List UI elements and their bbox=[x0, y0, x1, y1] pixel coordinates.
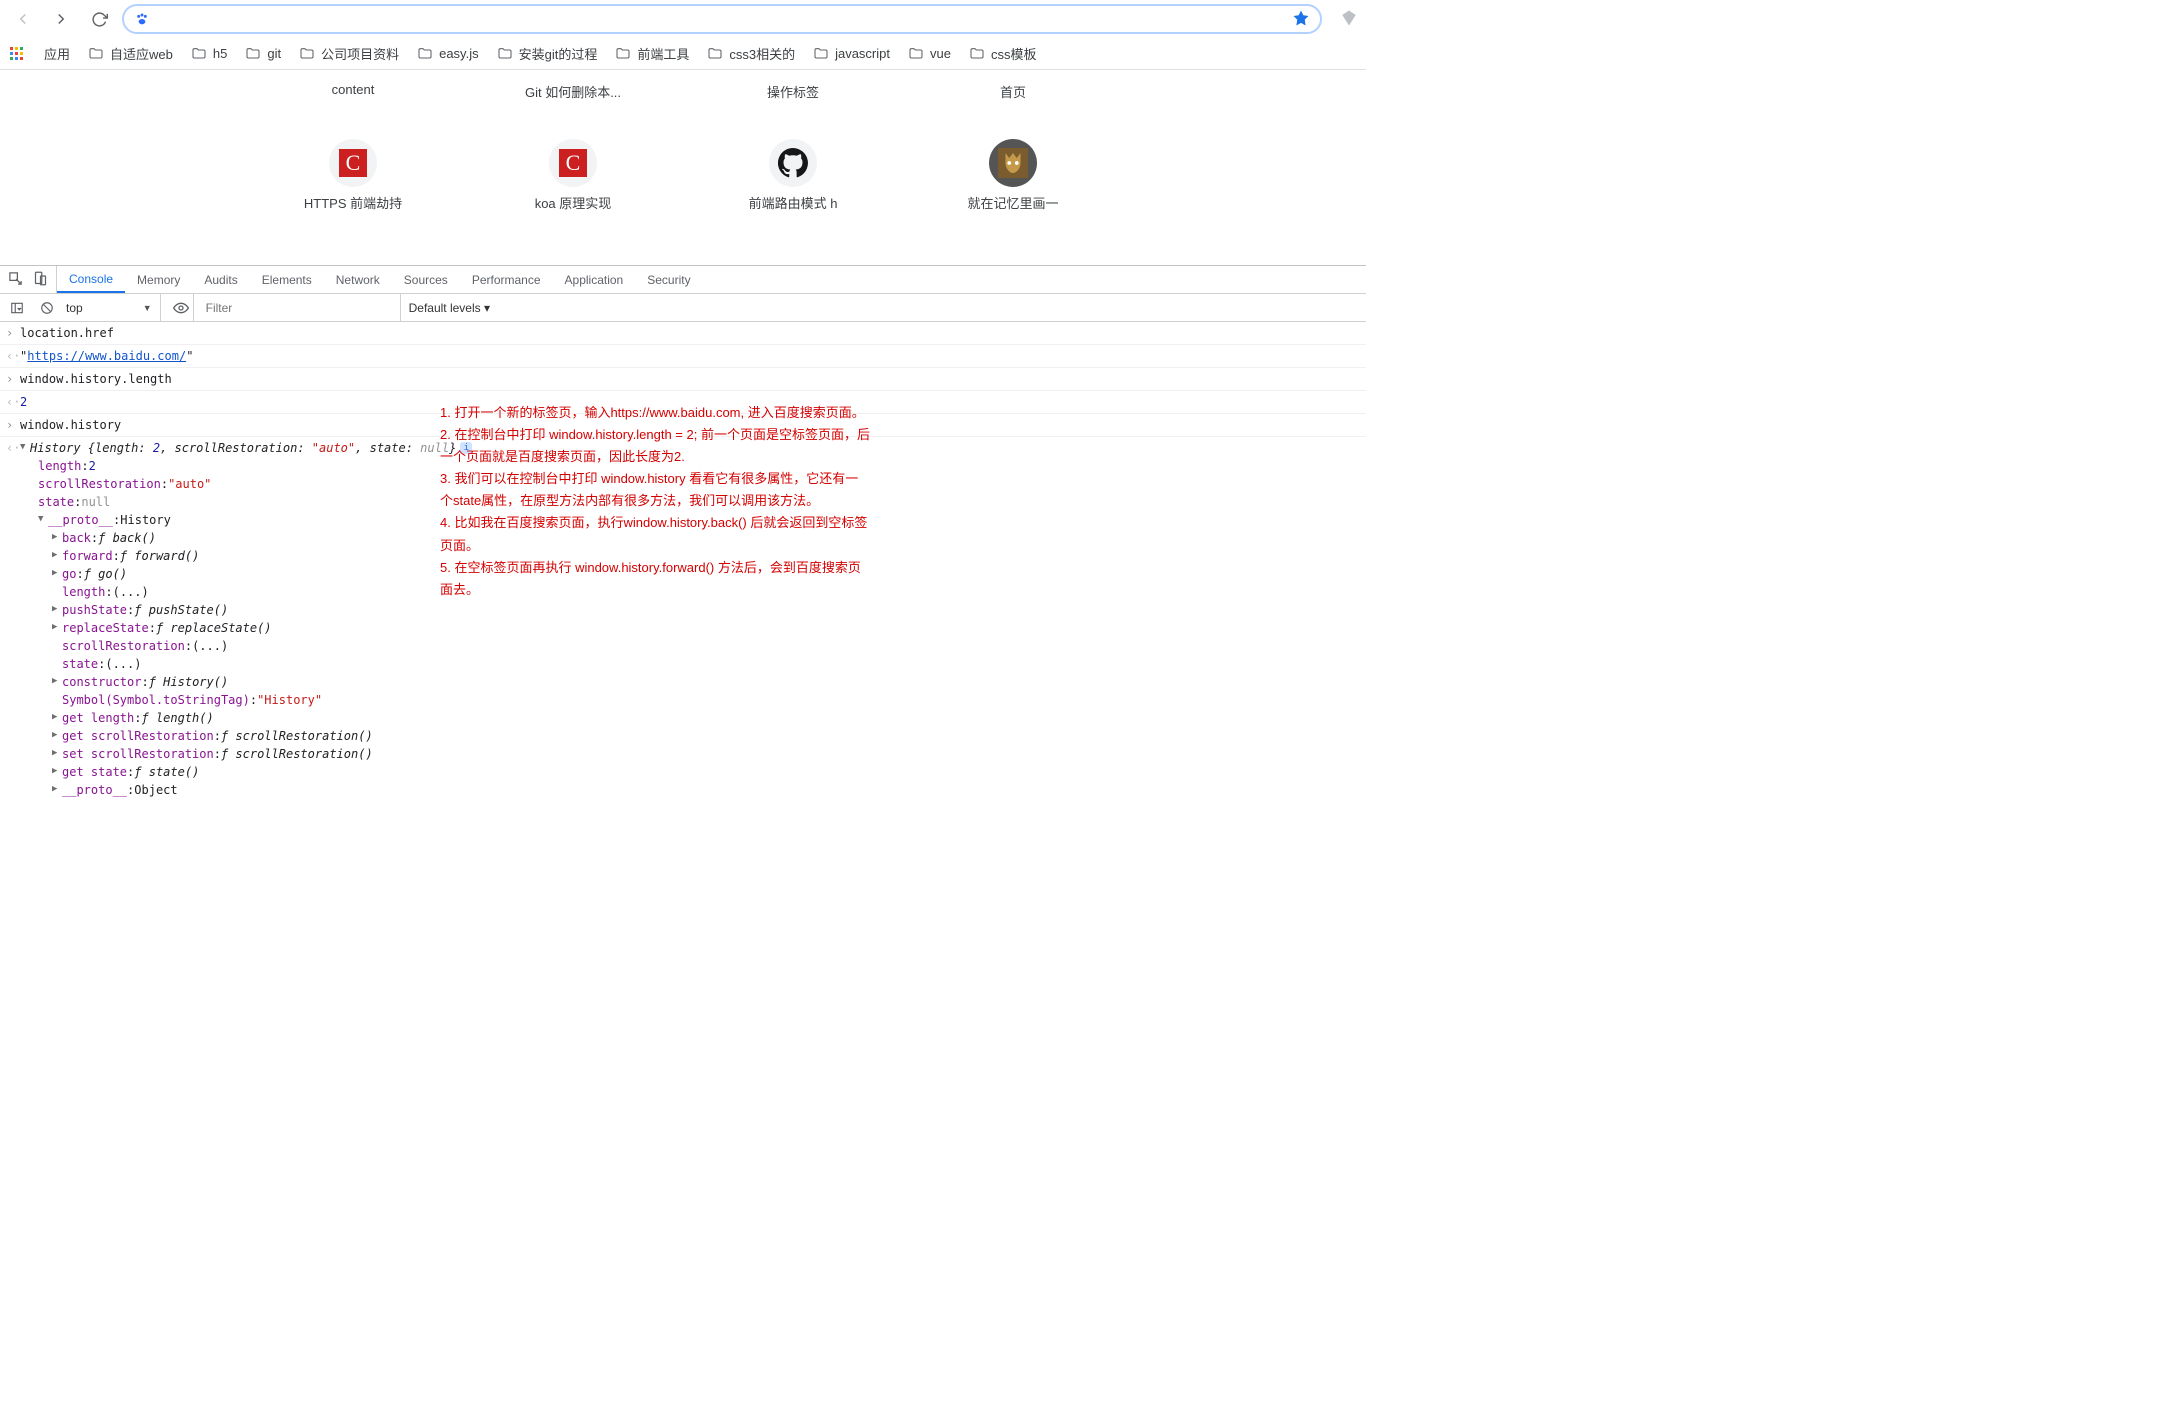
shortcut-tile[interactable]: Git 如何删除本... bbox=[508, 82, 638, 101]
tile-label: 前端路由模式 h bbox=[728, 193, 858, 212]
annotation-line: 2. 在控制台中打印 window.history.length = 2; 前一… bbox=[440, 424, 870, 468]
site-paw-icon bbox=[134, 11, 150, 27]
bookmark-folder[interactable]: css3相关的 bbox=[707, 44, 795, 63]
folder-icon bbox=[191, 46, 207, 62]
proto-getter[interactable]: ▶get scrollRestoration: ƒ scrollRestorat… bbox=[52, 727, 1360, 745]
folder-icon bbox=[969, 46, 985, 62]
console-output[interactable]: › location.href ‹· "https://www.baidu.co… bbox=[0, 322, 1366, 880]
forward-button[interactable] bbox=[46, 4, 76, 34]
folder-icon bbox=[88, 46, 104, 62]
chevron-down-icon: ▼ bbox=[143, 303, 152, 313]
folder-icon bbox=[245, 46, 261, 62]
console-sidebar-toggle-icon[interactable] bbox=[6, 301, 28, 315]
tab-audits[interactable]: Audits bbox=[192, 266, 249, 293]
console-toolbar: top ▼ Default levels ▾ bbox=[0, 294, 1366, 322]
shortcut-tile[interactable]: content bbox=[288, 82, 418, 101]
tab-elements[interactable]: Elements bbox=[250, 266, 324, 293]
folder-icon bbox=[908, 46, 924, 62]
shortcut-tile[interactable]: 首页 bbox=[948, 82, 1078, 101]
proto-prop[interactable]: ▶state: (...) bbox=[52, 655, 1360, 673]
github-icon bbox=[769, 139, 817, 187]
bookmark-folder[interactable]: 安装git的过程 bbox=[497, 44, 598, 63]
browser-toolbar bbox=[0, 0, 1366, 38]
devtools-tab-bar: Console Memory Audits Elements Network S… bbox=[0, 266, 1366, 294]
bookmark-folder[interactable]: easy.js bbox=[417, 46, 479, 62]
proto-method[interactable]: ▶constructor: ƒ History() bbox=[52, 673, 1360, 691]
tile-label: HTTPS 前端劫持 bbox=[288, 193, 418, 212]
shortcut-tile[interactable]: C bbox=[508, 139, 638, 187]
shortcut-tile[interactable]: C bbox=[288, 139, 418, 187]
tab-application[interactable]: Application bbox=[553, 266, 636, 293]
devtools-panel: Console Memory Audits Elements Network S… bbox=[0, 265, 1366, 880]
device-toggle-icon[interactable] bbox=[33, 271, 48, 289]
folder-icon bbox=[813, 46, 829, 62]
shortcut-tile[interactable]: 操作标签 bbox=[728, 82, 858, 101]
cat-icon bbox=[989, 139, 1037, 187]
tile-label: koa 原理实现 bbox=[508, 193, 638, 212]
reload-button[interactable] bbox=[84, 4, 114, 34]
folder-icon bbox=[417, 46, 433, 62]
tab-performance[interactable]: Performance bbox=[460, 266, 553, 293]
tab-console[interactable]: Console bbox=[57, 266, 125, 293]
tab-network[interactable]: Network bbox=[324, 266, 392, 293]
back-button[interactable] bbox=[8, 4, 38, 34]
proto-getter[interactable]: ▶get state: ƒ state() bbox=[52, 763, 1360, 781]
console-input-line: › location.href bbox=[0, 322, 1366, 345]
proto-proto[interactable]: ▶__proto__: Object bbox=[52, 781, 1360, 799]
annotation-overlay: 1. 打开一个新的标签页，输入https://www.baidu.com, 进入… bbox=[440, 402, 870, 601]
shortcut-row-2-labels: HTTPS 前端劫持 koa 原理实现 前端路由模式 h 就在记忆里画一 bbox=[0, 193, 1366, 212]
bookmark-folder[interactable]: vue bbox=[908, 46, 951, 62]
folder-icon bbox=[615, 46, 631, 62]
shortcut-tile[interactable] bbox=[728, 139, 858, 187]
filter-input[interactable] bbox=[202, 299, 392, 317]
annotation-line: 4. 比如我在百度搜索页面，执行window.history.back() 后就… bbox=[440, 512, 870, 556]
url-link[interactable]: https://www.baidu.com/ bbox=[27, 349, 186, 363]
bookmark-folder[interactable]: javascript bbox=[813, 46, 890, 62]
bookmark-star-icon[interactable] bbox=[1292, 9, 1310, 30]
tab-sources[interactable]: Sources bbox=[392, 266, 460, 293]
annotation-line: 1. 打开一个新的标签页，输入https://www.baidu.com, 进入… bbox=[440, 402, 870, 424]
tab-security[interactable]: Security bbox=[635, 266, 702, 293]
proto-getter[interactable]: ▶get length: ƒ length() bbox=[52, 709, 1360, 727]
annotation-line: 5. 在空标签页面再执行 window.history.forward() 方法… bbox=[440, 557, 870, 601]
annotation-line: 3. 我们可以在控制台中打印 window.history 看看它有很多属性，它… bbox=[440, 468, 870, 512]
bookmark-folder[interactable]: h5 bbox=[191, 46, 227, 62]
proto-prop[interactable]: ▶Symbol(Symbol.toStringTag): "History" bbox=[52, 691, 1360, 709]
apps-grid-icon[interactable] bbox=[8, 45, 26, 63]
bookmark-folder[interactable]: git bbox=[245, 46, 281, 62]
bookmark-folder[interactable]: 自适应web bbox=[88, 44, 173, 63]
execution-context-select[interactable]: top ▼ bbox=[66, 294, 161, 321]
folder-icon bbox=[497, 46, 513, 62]
proto-setter[interactable]: ▶set scrollRestoration: ƒ scrollRestorat… bbox=[52, 745, 1360, 763]
folder-icon bbox=[299, 46, 315, 62]
bookmark-folder[interactable]: 前端工具 bbox=[615, 44, 689, 63]
clear-console-icon[interactable] bbox=[36, 301, 58, 315]
address-bar[interactable] bbox=[122, 4, 1322, 34]
shortcut-row-1: content Git 如何删除本... 操作标签 首页 bbox=[0, 82, 1366, 101]
inspect-element-icon[interactable] bbox=[8, 271, 23, 289]
tile-icon: C bbox=[329, 139, 377, 187]
proto-method[interactable]: ▶replaceState: ƒ replaceState() bbox=[52, 619, 1360, 637]
console-output-line: ‹· "https://www.baidu.com/" bbox=[0, 345, 1366, 368]
log-levels-select[interactable]: Default levels ▾ bbox=[400, 294, 498, 321]
tile-icon: C bbox=[549, 139, 597, 187]
bookmark-folder[interactable]: css模板 bbox=[969, 44, 1037, 63]
shortcut-tile[interactable] bbox=[948, 139, 1078, 187]
shortcut-row-2: C C bbox=[0, 139, 1366, 187]
live-expression-icon[interactable] bbox=[169, 294, 194, 321]
bookmark-folder[interactable]: 公司项目资料 bbox=[299, 44, 399, 63]
extension-icon[interactable] bbox=[1340, 9, 1358, 30]
proto-prop[interactable]: ▶scrollRestoration: (...) bbox=[52, 637, 1360, 655]
tile-label: 就在记忆里画一 bbox=[948, 193, 1078, 212]
bookmarks-bar: 应用 自适应web h5 git 公司项目资料 easy.js 安装git的过程… bbox=[0, 38, 1366, 70]
proto-method[interactable]: ▶pushState: ƒ pushState() bbox=[52, 601, 1360, 619]
folder-icon bbox=[707, 46, 723, 62]
console-input-line: › window.history.length bbox=[0, 368, 1366, 391]
apps-label[interactable]: 应用 bbox=[44, 44, 70, 63]
url-input[interactable] bbox=[158, 11, 1284, 27]
tab-memory[interactable]: Memory bbox=[125, 266, 192, 293]
new-tab-page: content Git 如何删除本... 操作标签 首页 C C HTTPS 前… bbox=[0, 70, 1366, 265]
